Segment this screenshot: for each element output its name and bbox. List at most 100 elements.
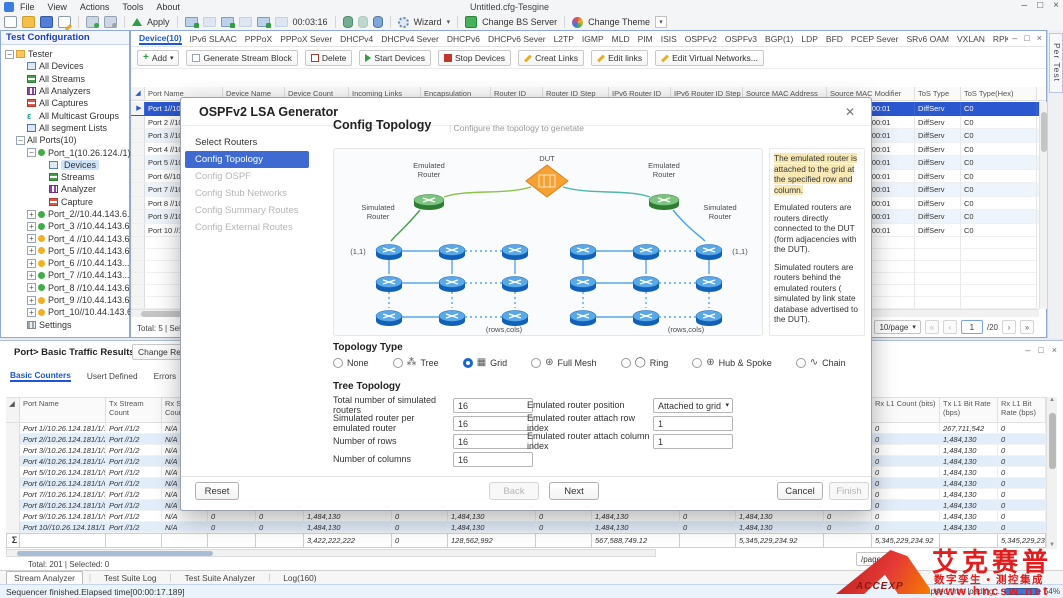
results-restore-icon[interactable]: □ [1038, 345, 1043, 355]
creat-links-button[interactable]: Creat Links [518, 50, 584, 66]
tree-item[interactable]: Capture [1, 196, 129, 208]
maximize-icon[interactable]: □ [1037, 0, 1043, 11]
database-connect-icon[interactable] [343, 16, 353, 28]
wizard-button[interactable]: Wizard [414, 17, 442, 27]
table-row[interactable]: Port 10//10.26.124.181/1/10Port //1/2N/A… [6, 522, 1046, 533]
tree-item[interactable]: All Captures [1, 97, 129, 109]
tree-item[interactable]: All Streams [1, 73, 129, 85]
side-dock-tab[interactable]: Per Test [1049, 33, 1063, 93]
tree-item[interactable]: +Port_9 //10.44.143.6... [1, 294, 129, 306]
reset-button[interactable]: Reset [195, 482, 239, 500]
radio-button[interactable] [692, 358, 702, 368]
tree-item[interactable]: +Port_6 //10.44.143.... [1, 257, 129, 269]
tree-item[interactable]: −Tester [1, 48, 129, 60]
delete-button[interactable]: Delete [305, 50, 353, 66]
dialog-nav-config-topology[interactable]: Config Topology [185, 151, 309, 168]
tree-item[interactable]: +Port_3 //10.44.143.6... [1, 220, 129, 232]
tab-bfd[interactable]: BFD [826, 34, 843, 44]
generate-stream-block-button[interactable]: Generate Stream Block [186, 50, 297, 66]
bottom-tab-stream-analyzer[interactable]: Stream Analyzer [6, 571, 83, 585]
topology-option-chain[interactable]: ∿Chain [796, 358, 846, 368]
tree-item[interactable]: All Analyzers [1, 85, 129, 97]
tree-item[interactable]: +Port_7 //10.44.143.... [1, 269, 129, 281]
tab-device-10-[interactable]: Device(10) [139, 33, 182, 45]
radio-button[interactable] [621, 358, 631, 368]
tab-srv6-oam[interactable]: SRv6 OAM [906, 34, 949, 44]
tree-expander-icon[interactable]: + [27, 210, 36, 219]
tree-item[interactable]: −Port_1(10.26.124./1) [1, 146, 129, 158]
panel-minimize-icon[interactable]: – [1012, 33, 1017, 43]
tree-item[interactable]: Streams [1, 171, 129, 183]
topology-option-grid[interactable]: ▦Grid [463, 358, 507, 368]
tree-item[interactable]: εAll Multicast Groups [1, 109, 129, 121]
tab-pppox-sever[interactable]: PPPoX Sever [280, 34, 332, 44]
open-file-icon[interactable] [22, 16, 35, 28]
column-header[interactable]: Rx L1 Count (bits) [872, 398, 940, 422]
tree-expander-icon[interactable]: + [27, 246, 36, 255]
database-browse-icon[interactable] [373, 16, 383, 28]
tree-expander-icon[interactable]: + [27, 259, 36, 268]
close-icon[interactable]: × [1053, 0, 1059, 11]
next-page-button[interactable]: › [1002, 320, 1016, 334]
tab-pppox[interactable]: PPPoX [245, 34, 272, 44]
tree-item[interactable]: All Devices [1, 60, 129, 72]
start-devices-button[interactable]: Start Devices [359, 50, 431, 66]
topology-option-full-mesh[interactable]: ⊛Full Mesh [531, 358, 596, 368]
tree-item[interactable]: All segment Lists [1, 122, 129, 134]
tree-expander-icon[interactable]: − [5, 50, 14, 59]
results-tab-errors[interactable]: Errors [154, 371, 177, 381]
tree-item[interactable]: Settings [1, 319, 129, 331]
start-capture-icon[interactable] [257, 17, 270, 27]
tree-expander-icon[interactable]: + [27, 222, 36, 231]
tab-ospfv2[interactable]: OSPFv2 [685, 34, 717, 44]
stop-devices-button[interactable]: Stop Devices [438, 50, 511, 66]
topology-option-ring[interactable]: ◯Ring [621, 358, 669, 368]
tree-item[interactable]: +Port_5 //10.44.143.6... [1, 245, 129, 257]
field-input[interactable]: 1 [653, 434, 733, 449]
tab-l2tp[interactable]: L2TP [554, 34, 574, 44]
column-header[interactable]: ToS Type(Hex) [961, 87, 1037, 100]
radio-button[interactable] [393, 358, 403, 368]
tab-ospfv3[interactable]: OSPFv3 [725, 34, 757, 44]
results-tab-basic-counters[interactable]: Basic Counters [10, 370, 71, 382]
topology-option-hub-spoke[interactable]: ⊕Hub & Spoke [692, 358, 771, 368]
edit-virtual-networks--button[interactable]: Edit Virtual Networks... [655, 50, 764, 66]
tree-expander-icon[interactable]: + [27, 296, 36, 305]
tab-dhcpv6[interactable]: DHCPv6 [447, 34, 480, 44]
menu-item-about[interactable]: About [156, 2, 180, 12]
field-input[interactable]: 16 [453, 452, 533, 467]
next-button[interactable]: Next [549, 482, 599, 500]
column-header[interactable]: Port Name [20, 398, 106, 422]
topology-option-none[interactable]: None [333, 358, 369, 368]
tab-ipv6-slaac[interactable]: IPv6 SLAAC [190, 34, 237, 44]
start-traffic-icon[interactable] [221, 17, 234, 27]
tree-expander-icon[interactable]: + [27, 271, 36, 280]
radio-button[interactable] [463, 358, 473, 368]
disconnect-icon[interactable] [104, 16, 117, 28]
radio-button[interactable] [531, 358, 541, 368]
column-header[interactable]: Tx Stream Count [106, 398, 162, 422]
tree-item[interactable]: +Port_8 //10.44.143.6... [1, 282, 129, 294]
results-page-size-select[interactable]: /page▾ [856, 552, 894, 566]
new-file-icon[interactable] [4, 16, 17, 28]
last-page-button[interactable]: » [1020, 320, 1034, 334]
field-input[interactable]: 16 [453, 416, 533, 431]
bottom-tab-test-suite-log[interactable]: Test Suite Log [97, 572, 164, 584]
connect-icon[interactable] [86, 16, 99, 28]
field-select[interactable]: Attached to grid▾ [653, 398, 733, 413]
results-tab-usert-defined[interactable]: Usert Defined [87, 371, 138, 381]
tab-igmp[interactable]: IGMP [582, 34, 604, 44]
tree-item[interactable]: +Port_2//10.44.143.6... [1, 208, 129, 220]
tab-dhcpv4-sever[interactable]: DHCPv4 Sever [381, 34, 439, 44]
results-horizontal-scrollbar[interactable] [6, 549, 656, 557]
menu-item-file[interactable]: File [20, 2, 35, 12]
tree-expander-icon[interactable]: − [27, 148, 36, 157]
panel-close-icon[interactable]: × [1037, 33, 1042, 43]
tree-expander-icon[interactable]: + [27, 234, 36, 243]
column-header[interactable]: Tx L1 Bit Rate (bps) [940, 398, 998, 422]
tree-expander-icon[interactable]: + [27, 308, 36, 317]
field-input[interactable]: 16 [453, 398, 533, 413]
tab-isis[interactable]: ISIS [661, 34, 677, 44]
menu-item-actions[interactable]: Actions [80, 2, 110, 12]
tree-item[interactable]: Analyzer [1, 183, 129, 195]
